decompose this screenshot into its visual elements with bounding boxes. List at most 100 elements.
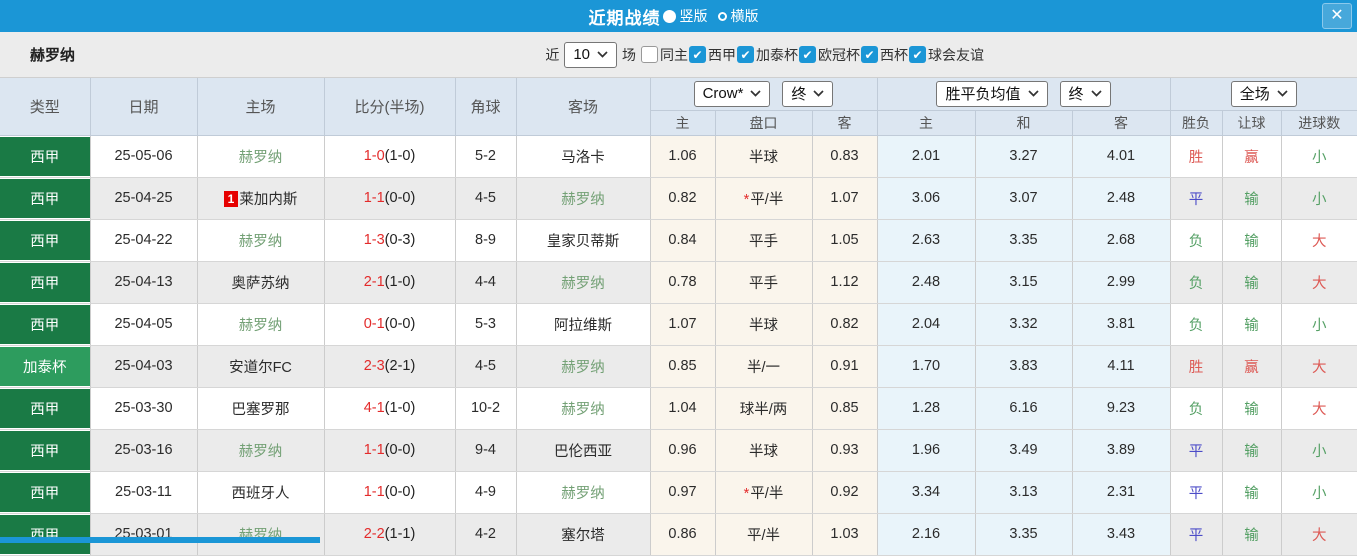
radio-unselected-icon xyxy=(717,11,727,21)
subcol-odds-home: 主 xyxy=(650,110,716,136)
cell-avg-home: 2.04 xyxy=(877,303,976,346)
home-team-name: 巴塞罗那 xyxy=(231,401,290,418)
cell-league-type: 西甲 xyxy=(0,513,91,556)
cell-odds-away: 1.12 xyxy=(812,261,878,304)
avg-odds-select[interactable]: 胜平负均值 xyxy=(936,80,1048,107)
cell-odds-away: 0.85 xyxy=(812,387,878,430)
recent-count-select[interactable]: 10 xyxy=(564,41,617,68)
cell-date: 25-04-22 xyxy=(90,219,198,262)
cell-avg-away: 2.99 xyxy=(1072,261,1171,304)
league-filter-label: 欧冠杯 xyxy=(818,46,860,63)
checkbox-checked-icon[interactable]: ✔ xyxy=(799,46,816,63)
horizontal-scrollbar-thumb[interactable] xyxy=(0,537,320,543)
full-time-score: 2-2 xyxy=(363,526,385,542)
scope-select[interactable]: 全场 xyxy=(1230,80,1297,107)
cell-avg-away: 2.68 xyxy=(1072,219,1171,262)
league-filter-catalonia-cup[interactable]: ✔ 加泰杯 xyxy=(737,45,798,65)
cell-league-type: 西甲 xyxy=(0,387,91,430)
bookmaker-select[interactable]: Crow* xyxy=(693,80,771,107)
cell-away-team: 阿拉维斯 xyxy=(516,303,651,346)
cell-date: 25-03-30 xyxy=(90,387,198,430)
checkbox-checked-icon[interactable]: ✔ xyxy=(861,46,878,63)
half-time-score: (0-0) xyxy=(384,190,416,206)
cell-handicap-result: 赢 xyxy=(1222,135,1282,178)
team-name: 赫罗纳 xyxy=(30,47,76,64)
cell-away-team: 赫罗纳 xyxy=(516,471,651,514)
checkbox-checked-icon[interactable]: ✔ xyxy=(909,46,926,63)
league-badge: 西甲 xyxy=(0,430,90,470)
cell-goals-result: 大 xyxy=(1281,261,1357,304)
close-button[interactable]: ✕ xyxy=(1322,3,1352,29)
cell-score: 4-1(1-0) xyxy=(324,387,456,430)
league-filter-copa[interactable]: ✔ 西杯 xyxy=(861,45,908,65)
cell-avg-away: 2.48 xyxy=(1072,177,1171,220)
matches-label: 场 xyxy=(622,46,636,63)
cell-result: 负 xyxy=(1170,303,1223,346)
cell-corners: 8-9 xyxy=(455,219,517,262)
dialog-title: 近期战绩 xyxy=(588,8,661,28)
radio-horizontal-layout[interactable]: 横版 xyxy=(717,6,759,26)
cell-avg-draw: 3.13 xyxy=(975,471,1073,514)
cell-date: 25-03-01 xyxy=(90,513,198,556)
cell-goals-result: 小 xyxy=(1281,471,1357,514)
radio-vertical-layout[interactable]: 竖版 xyxy=(662,6,708,26)
home-team-name: 莱加内斯 xyxy=(239,191,298,208)
cell-avg-draw: 3.49 xyxy=(975,429,1073,472)
same-home-label: 同主 xyxy=(660,46,688,63)
table-row: 西甲 25-04-13 奥萨苏纳 2-1(1-0) 4-4 赫罗纳 0.78 *… xyxy=(0,261,1357,304)
subcol-handicap: 盘口 xyxy=(715,110,813,136)
cell-score: 1-1(0-0) xyxy=(324,471,456,514)
away-team-name: 赫罗纳 xyxy=(561,275,605,292)
cell-odds-home: 0.85 xyxy=(650,345,716,388)
layout-radio-group: 竖版 横版 xyxy=(662,6,769,26)
full-time-score: 1-0 xyxy=(363,148,385,164)
cell-goals-result: 大 xyxy=(1281,345,1357,388)
cell-home-team: 赫罗纳 xyxy=(197,513,325,556)
same-home-checkbox[interactable] xyxy=(641,46,658,63)
chevron-down-icon xyxy=(1090,90,1102,97)
cell-odds-away: 0.91 xyxy=(812,345,878,388)
cell-handicap-result: 输 xyxy=(1222,261,1282,304)
cell-away-team: 赫罗纳 xyxy=(516,345,651,388)
table-row: 西甲 25-03-11 西班牙人 1-1(0-0) 4-9 赫罗纳 0.97 *… xyxy=(0,471,1357,514)
league-filter-champions[interactable]: ✔ 欧冠杯 xyxy=(799,45,860,65)
league-badge: 西甲 xyxy=(0,136,90,176)
league-filter-friendly[interactable]: ✔ 球会友谊 xyxy=(909,45,984,65)
same-home-filter[interactable]: 同主 xyxy=(641,45,688,65)
home-team-name: 赫罗纳 xyxy=(238,317,283,334)
cell-away-team: 塞尔塔 xyxy=(516,513,651,556)
full-time-score: 0-1 xyxy=(363,316,385,332)
cell-score: 1-0(1-0) xyxy=(324,135,456,178)
cell-avg-home: 2.16 xyxy=(877,513,976,556)
subcol-avg-draw: 和 xyxy=(975,110,1073,136)
cell-handicap-result: 输 xyxy=(1222,219,1282,262)
avg-time-select[interactable]: 终 xyxy=(1059,80,1111,107)
cell-home-team: 安道尔FC xyxy=(197,345,325,388)
cell-result: 平 xyxy=(1170,177,1223,220)
checkbox-checked-icon[interactable]: ✔ xyxy=(689,46,706,63)
cell-league-type: 西甲 xyxy=(0,303,91,346)
handicap-value: 球半/两 xyxy=(739,401,788,418)
league-badge: 西甲 xyxy=(0,220,90,260)
cell-home-team: 西班牙人 xyxy=(197,471,325,514)
cell-handicap: *半球 xyxy=(715,429,813,472)
half-time-score: (2-1) xyxy=(384,358,416,374)
cell-date: 25-04-13 xyxy=(90,261,198,304)
league-filter-liga[interactable]: ✔ 西甲 xyxy=(689,45,736,65)
cell-odds-away: 1.05 xyxy=(812,219,878,262)
avg-time-select-value: 终 xyxy=(1068,86,1084,104)
cell-avg-home: 2.48 xyxy=(877,261,976,304)
chevron-down-icon xyxy=(1027,90,1039,97)
cell-handicap-result: 输 xyxy=(1222,303,1282,346)
odds-time-select[interactable]: 终 xyxy=(782,80,834,107)
cell-avg-away: 9.23 xyxy=(1072,387,1171,430)
scope-select-value: 全场 xyxy=(1239,86,1270,104)
home-team-name: 赫罗纳 xyxy=(238,443,283,460)
col-header-away: 客场 xyxy=(516,78,651,136)
recent-count-value: 10 xyxy=(573,46,590,63)
checkbox-checked-icon[interactable]: ✔ xyxy=(737,46,754,63)
cell-handicap-result: 输 xyxy=(1222,387,1282,430)
cell-corners: 9-4 xyxy=(455,429,517,472)
cell-avg-home: 3.06 xyxy=(877,177,976,220)
cell-handicap-result: 输 xyxy=(1222,513,1282,556)
